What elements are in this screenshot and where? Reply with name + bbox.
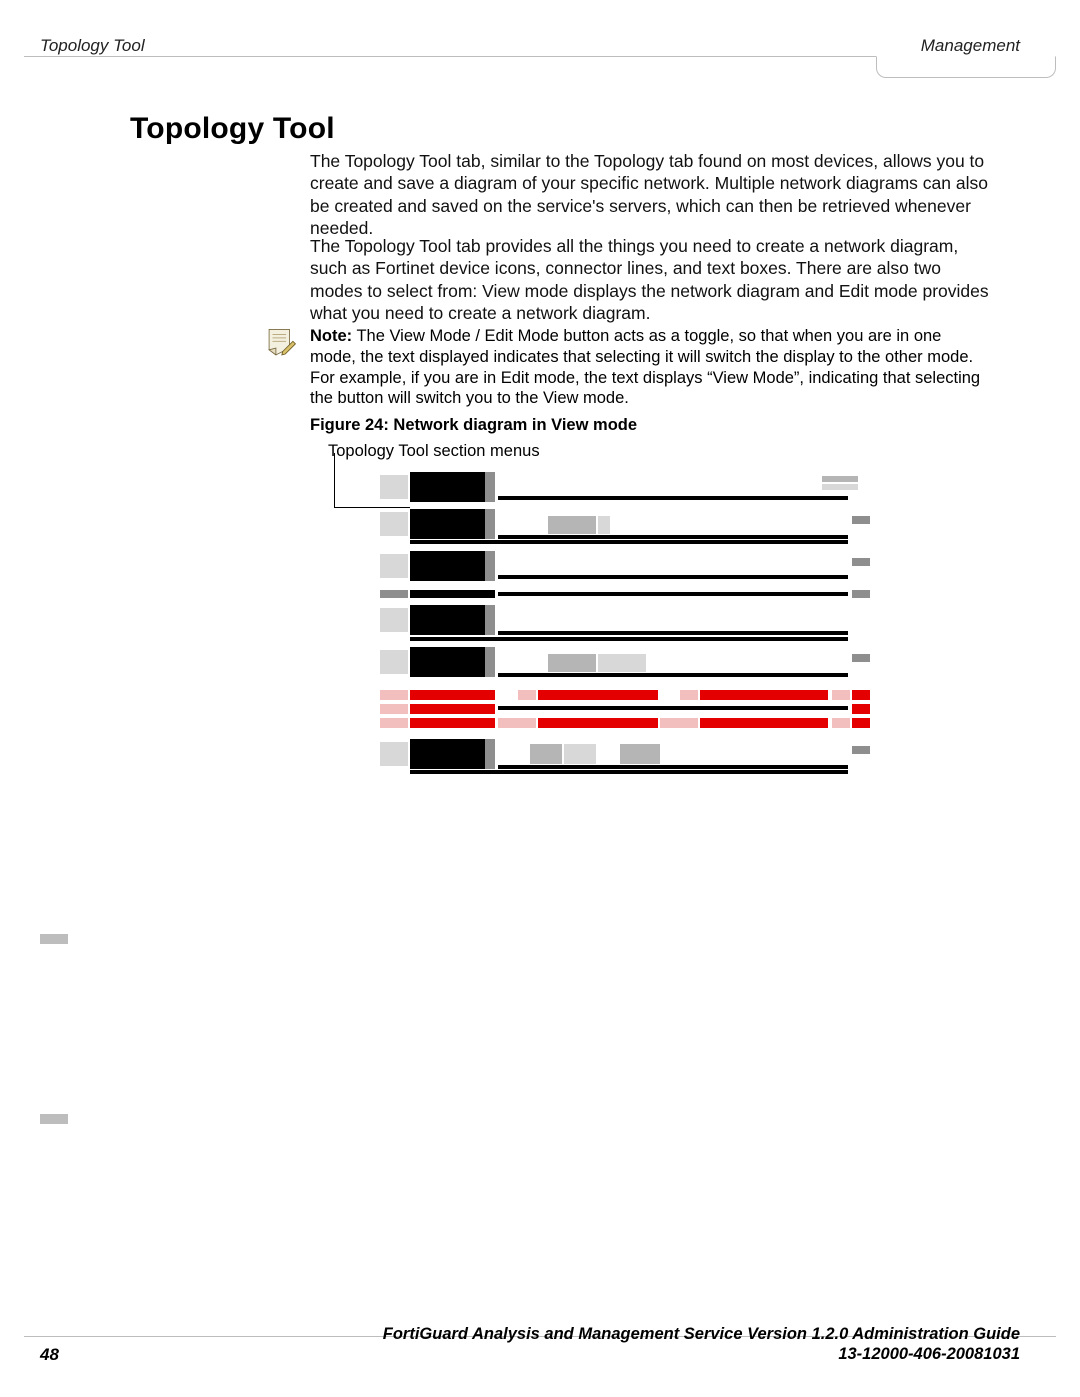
paragraph-intro: The Topology Tool tab, similar to the To…: [310, 150, 990, 240]
figure-network-diagram: [380, 472, 870, 824]
figure-callout-label: Topology Tool section menus: [328, 442, 728, 461]
figure-caption: Figure 24: Network diagram in View mode: [310, 416, 990, 435]
footer-doc-title: FortiGuard Analysis and Management Servi…: [383, 1324, 1020, 1345]
running-header-right: Management: [921, 36, 1020, 56]
callout-leader-line: [334, 453, 335, 507]
page: Topology Tool Management Topology Tool T…: [0, 0, 1080, 1397]
running-header-left: Topology Tool: [40, 36, 145, 56]
note-label: Note:: [310, 327, 352, 345]
header-tab-shape: [876, 56, 1056, 78]
note-icon: [264, 326, 298, 360]
paragraph-details: The Topology Tool tab provides all the t…: [310, 235, 990, 325]
note-text: The View Mode / Edit Mode button acts as…: [310, 327, 980, 407]
footer-doc-id: 13-12000-406-20081031: [383, 1344, 1020, 1365]
margin-marker: [40, 1114, 68, 1124]
footer-text: FortiGuard Analysis and Management Servi…: [383, 1324, 1020, 1365]
page-title: Topology Tool: [130, 112, 335, 146]
margin-marker: [40, 934, 68, 944]
note-paragraph: Note: The View Mode / Edit Mode button a…: [310, 326, 990, 409]
page-number: 48: [40, 1345, 59, 1365]
